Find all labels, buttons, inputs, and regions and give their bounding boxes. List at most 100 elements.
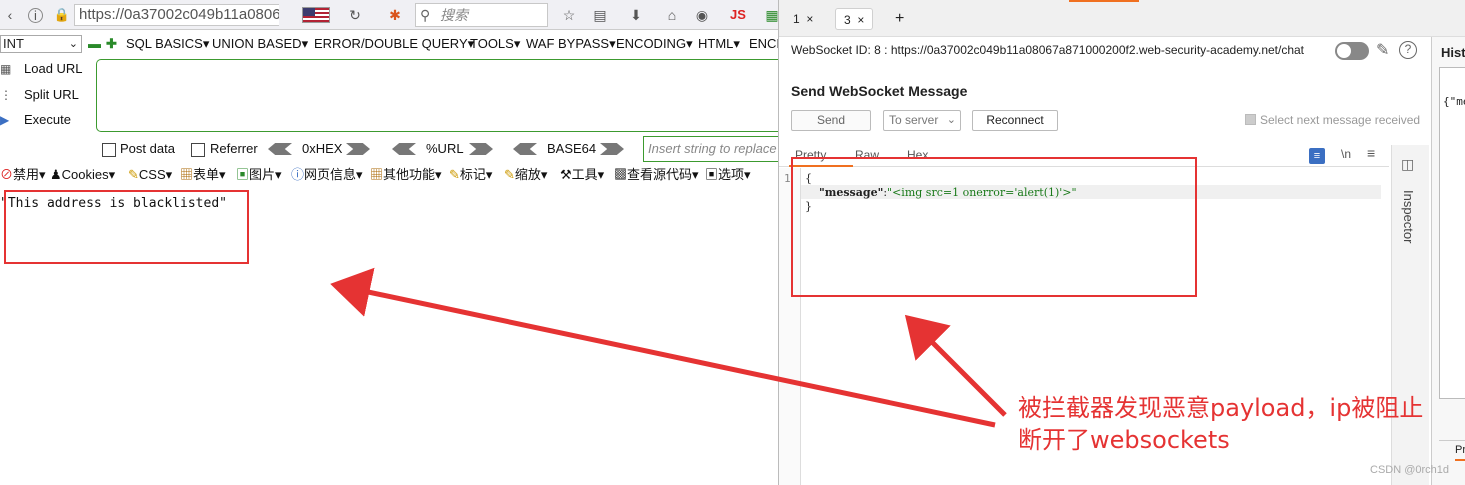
tab-1[interactable]: 1 × bbox=[785, 8, 821, 30]
url-label: %URL bbox=[426, 141, 464, 156]
reload-icon[interactable]: ↻ bbox=[345, 5, 365, 25]
menu-error-double-query[interactable]: ERROR/DOUBLE QUERY▾ bbox=[314, 33, 474, 55]
url-decode-arrow-icon[interactable] bbox=[392, 143, 416, 155]
tool-images[interactable]: ▣图片▾ bbox=[236, 165, 282, 185]
active-indicator bbox=[1069, 0, 1139, 2]
wrap-lines-icon[interactable]: ≡ bbox=[1309, 148, 1325, 164]
inspector-icon[interactable]: ◫ bbox=[1401, 156, 1414, 173]
tool-page-info[interactable]: ⓘ网页信息▾ bbox=[291, 165, 363, 185]
line-number: 1 bbox=[784, 172, 791, 185]
browser-window: ‹ i 🔒 https://0a37002c049b11a0806 ↻ ✱ ⚲ … bbox=[0, 0, 780, 485]
select-next-label: Select next message received bbox=[1260, 113, 1421, 127]
tool-forms[interactable]: ▦表单▾ bbox=[180, 165, 226, 185]
tool-cookies[interactable]: ♟Cookies▾ bbox=[50, 165, 115, 185]
back-icon[interactable]: ‹ bbox=[0, 5, 20, 25]
search-icon: ⚲ bbox=[420, 7, 431, 23]
minus-icon[interactable]: ▬ bbox=[88, 33, 101, 55]
referrer-checkbox[interactable] bbox=[191, 143, 205, 157]
send-message-title: Send WebSocket Message bbox=[791, 83, 968, 99]
history-title: Hist bbox=[1441, 45, 1465, 60]
intercept-toggle[interactable] bbox=[1335, 42, 1369, 60]
base64-encode-arrow-icon[interactable] bbox=[600, 143, 624, 155]
download-icon[interactable]: ⬇ bbox=[626, 5, 646, 25]
tool-view-source[interactable]: ▩查看源代码▾ bbox=[614, 165, 699, 185]
reconnect-button[interactable]: Reconnect bbox=[972, 110, 1058, 131]
response-highlight-box bbox=[4, 190, 249, 264]
inspector-label[interactable]: Inspector bbox=[1401, 190, 1416, 243]
direction-value: To server bbox=[889, 113, 939, 127]
lock-icon: 🔒 bbox=[53, 7, 71, 22]
menu-tools[interactable]: TOOLS▾ bbox=[470, 33, 520, 55]
execute-button[interactable]: ▶ Execute bbox=[0, 109, 95, 131]
home-icon[interactable]: ⌂ bbox=[662, 5, 682, 25]
chevron-down-icon: ⌄ bbox=[946, 114, 956, 126]
hackbar-url-textarea[interactable] bbox=[96, 59, 780, 132]
info-icon[interactable]: i bbox=[28, 8, 43, 23]
base64-label: BASE64 bbox=[547, 141, 597, 156]
load-url-icon: ▦ bbox=[0, 62, 12, 76]
base64-decode-arrow-icon[interactable] bbox=[513, 143, 537, 155]
tool-resize[interactable]: ✎缩放▾ bbox=[504, 165, 547, 185]
close-icon[interactable]: × bbox=[857, 13, 864, 27]
tool-disable[interactable]: ⊘禁用▾ bbox=[0, 165, 46, 185]
hex-decode-arrow-icon[interactable] bbox=[268, 143, 292, 155]
js-toggle-icon[interactable]: JS bbox=[728, 5, 748, 25]
search-placeholder: 搜索 bbox=[440, 7, 468, 23]
firebug-icon[interactable]: ✱ bbox=[385, 5, 405, 25]
addon-globe-icon[interactable]: ◉ bbox=[692, 5, 712, 25]
execute-icon: ▶ bbox=[0, 113, 10, 127]
send-button[interactable]: Send bbox=[791, 110, 871, 131]
help-icon[interactable]: ? bbox=[1399, 41, 1417, 59]
pencil-icon[interactable]: ✎ bbox=[1376, 40, 1389, 60]
history-message-snippet[interactable]: {"me bbox=[1443, 95, 1465, 108]
add-tab-button[interactable]: + bbox=[887, 8, 912, 30]
insert-string-input[interactable]: Insert string to replace bbox=[643, 136, 780, 162]
menu-waf-bypass[interactable]: WAF BYPASS▾ bbox=[526, 33, 616, 55]
annotation-line-1: 被拦截器发现恶意payload，ip被阻止 bbox=[1018, 394, 1424, 422]
hackbar-type-select[interactable]: INT ⌄ bbox=[0, 35, 82, 53]
hex-label: 0xHEX bbox=[302, 141, 343, 156]
reader-list-icon[interactable]: ▤ bbox=[590, 5, 610, 25]
hackbar-menu: ▬ ✚ SQL BASICS▾ UNION BASED▾ ERROR/DOUBL… bbox=[88, 33, 780, 55]
editor-menu-icon[interactable]: ≡ bbox=[1367, 145, 1375, 161]
tool-tools[interactable]: ⚒工具▾ bbox=[560, 165, 604, 185]
repeater-tab-bar: 1 × 3 × + bbox=[779, 0, 1465, 37]
menu-html[interactable]: HTML▾ bbox=[698, 33, 740, 55]
tool-options[interactable]: ▣选项▾ bbox=[705, 165, 751, 185]
checkbox-box[interactable] bbox=[1245, 114, 1256, 125]
url-toolbar: ‹ i 🔒 https://0a37002c049b11a0806 ↻ ✱ ⚲ … bbox=[0, 0, 780, 30]
annotation-note: 被拦截器发现恶意payload，ip被阻止 断开了websockets bbox=[1018, 392, 1423, 456]
us-flag-icon[interactable] bbox=[302, 7, 330, 23]
url-encode-arrow-icon[interactable] bbox=[469, 143, 493, 155]
watermark: CSDN @0rch1d bbox=[1370, 464, 1450, 476]
menu-encr[interactable]: ENCR bbox=[749, 33, 780, 55]
websocket-id-line: WebSocket ID: 8 : https://0a37002c049b11… bbox=[791, 43, 1305, 57]
tool-outline[interactable]: ✎标记▾ bbox=[449, 165, 492, 185]
load-url-button[interactable]: ▦ Load URL bbox=[0, 58, 95, 80]
menu-union-based[interactable]: UNION BASED▾ bbox=[212, 33, 308, 55]
url-input[interactable]: https://0a37002c049b11a0806 bbox=[74, 4, 279, 26]
post-data-checkbox[interactable] bbox=[102, 143, 116, 157]
search-input[interactable]: ⚲ 搜索 bbox=[415, 3, 548, 27]
chevron-down-icon: ⌄ bbox=[68, 38, 78, 50]
select-next-checkbox[interactable]: Select next message received bbox=[1245, 113, 1420, 127]
history-tab-underline bbox=[1455, 459, 1465, 461]
direction-select[interactable]: To server ⌄ bbox=[883, 110, 961, 131]
history-tab-pretty[interactable]: Pr bbox=[1439, 440, 1465, 460]
close-icon[interactable]: × bbox=[806, 12, 813, 26]
annotation-line-2: 断开了websockets bbox=[1018, 426, 1230, 454]
plus-icon[interactable]: ✚ bbox=[106, 33, 117, 55]
post-data-label: Post data bbox=[120, 141, 175, 156]
hex-encode-arrow-icon[interactable] bbox=[346, 143, 370, 155]
tool-misc[interactable]: ▦其他功能▾ bbox=[370, 165, 442, 185]
tab-3[interactable]: 3 × bbox=[835, 8, 874, 30]
history-list[interactable] bbox=[1439, 67, 1465, 399]
menu-encoding[interactable]: ENCODING▾ bbox=[616, 33, 693, 55]
bookmark-star-icon[interactable]: ☆ bbox=[559, 5, 579, 25]
menu-sql-basics[interactable]: SQL BASICS▾ bbox=[126, 33, 209, 55]
tool-css[interactable]: ✎CSS▾ bbox=[128, 165, 172, 185]
referrer-label: Referrer bbox=[210, 141, 258, 156]
split-url-icon: ⋮ bbox=[0, 88, 12, 102]
newline-toggle[interactable]: \n bbox=[1341, 147, 1351, 161]
split-url-button[interactable]: ⋮ Split URL bbox=[0, 84, 95, 106]
